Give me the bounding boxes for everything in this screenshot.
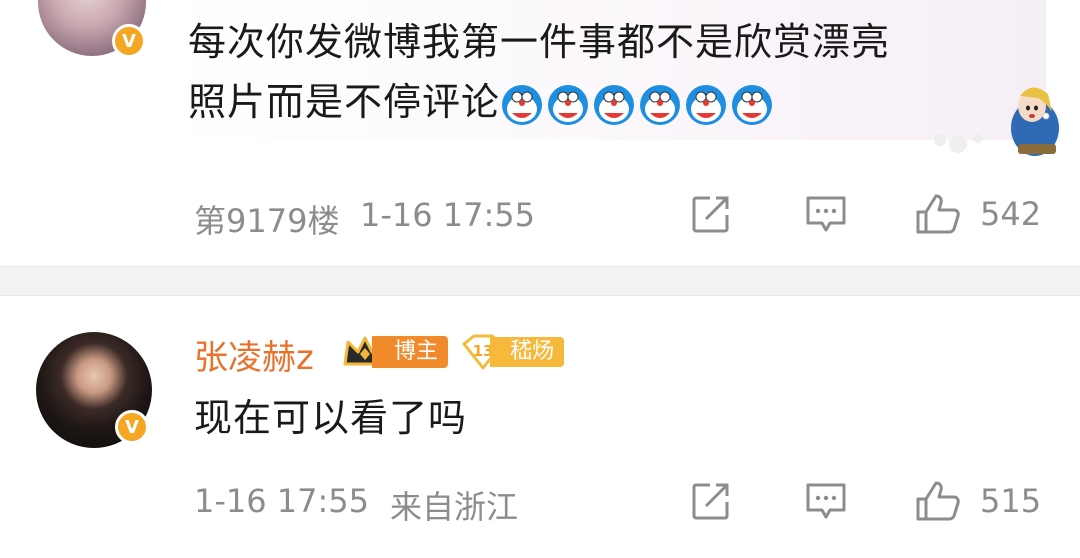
host-badge-label: 博主 <box>372 336 449 368</box>
fan-level-badge: 13 嵇炀 <box>462 334 565 370</box>
comment-separator <box>0 266 1080 296</box>
comment-location: 来自浙江 <box>390 488 519 526</box>
fan-level-title: 嵇炀 <box>490 337 565 367</box>
doraemon-emoji-icon <box>502 84 543 125</box>
comment-item: V 每次你发微博我第一件事都不是欣赏漂亮 照片而是不停评论 第9179楼 1-1… <box>0 0 1080 266</box>
floor-number: 第9179楼 <box>194 202 340 240</box>
verified-badge-icon: V <box>115 410 149 444</box>
like-count: 515 <box>980 482 1042 520</box>
comment-bubble-icon <box>806 196 846 232</box>
thumbs-up-icon <box>916 194 960 234</box>
verified-badge-icon: V <box>112 24 146 58</box>
comment-button[interactable] <box>804 480 848 522</box>
repost-button[interactable] <box>690 193 732 235</box>
share-icon <box>692 483 729 520</box>
comment-text-line: 每次你发微博我第一件事都不是欣赏漂亮 <box>188 20 891 64</box>
doraemon-emoji-icon <box>640 84 681 125</box>
username[interactable]: 张凌赫z <box>194 330 314 379</box>
like-button[interactable]: 542 <box>914 192 1041 236</box>
comment-bubble-icon <box>806 483 846 519</box>
comment-text-segment: 照片而是不停评论 <box>188 80 501 124</box>
comment-time: 1-16 17:55 <box>194 482 370 520</box>
like-count: 542 <box>980 195 1042 233</box>
doraemon-emoji-icon <box>594 84 635 125</box>
host-badge: 博主 <box>342 334 449 370</box>
comment-button[interactable] <box>804 193 848 235</box>
doraemon-emoji-icon <box>732 84 773 125</box>
share-icon <box>692 196 729 233</box>
repost-button[interactable] <box>690 480 732 522</box>
comment-text: 现在可以看了吗 <box>194 396 468 440</box>
bubble-decoration-icon <box>934 87 1059 156</box>
doraemon-emoji-icon <box>548 84 589 125</box>
thumbs-up-icon <box>916 481 960 521</box>
comment-time: 1-16 17:55 <box>360 196 536 234</box>
like-button[interactable]: 515 <box>914 479 1041 523</box>
doraemon-emoji-icon <box>686 84 727 125</box>
